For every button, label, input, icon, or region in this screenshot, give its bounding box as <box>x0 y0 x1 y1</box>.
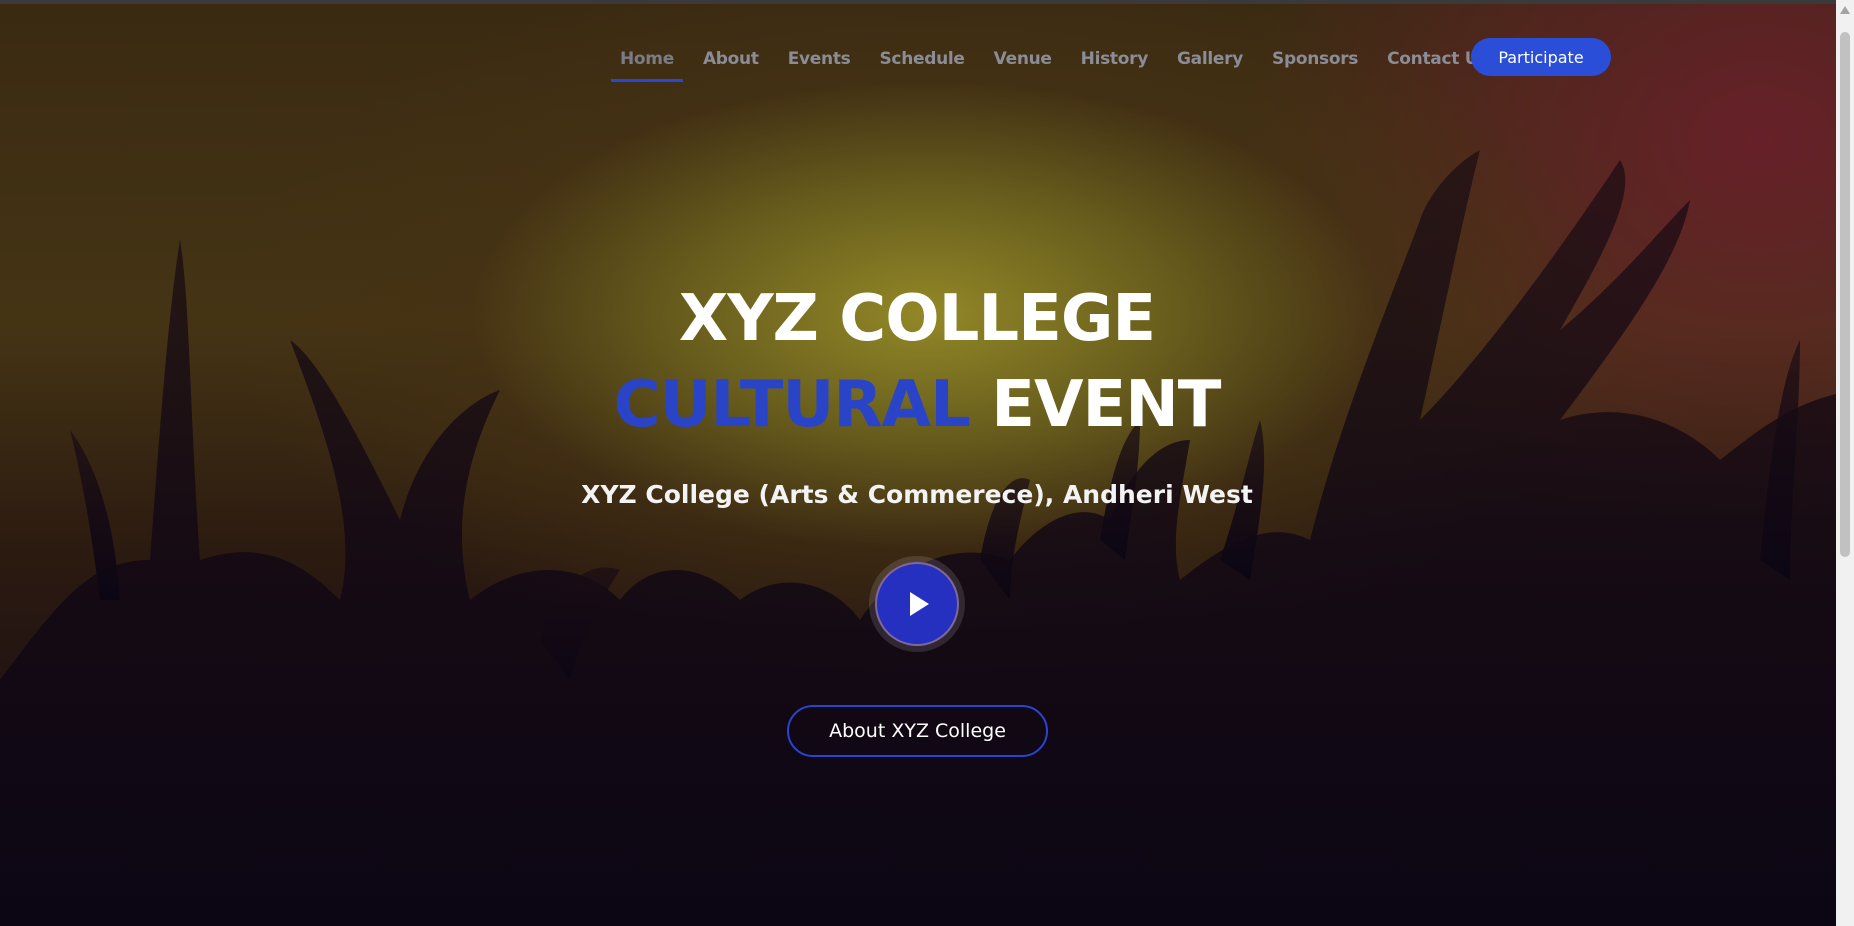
nav-item-gallery[interactable]: Gallery <box>1177 49 1243 69</box>
hero-title-line-1: XYZ COLLEGE <box>678 282 1156 356</box>
main-navigation: Home About Events Schedule Venue History… <box>611 44 1517 82</box>
play-icon <box>910 592 929 616</box>
play-video-button[interactable] <box>869 556 965 652</box>
hero-title-line-2: CULTURAL EVENT <box>0 368 1834 442</box>
nav-item-venue[interactable]: Venue <box>994 49 1052 69</box>
play-button-circle <box>875 562 959 646</box>
hero-subtitle: XYZ College (Arts & Commerece), Andheri … <box>581 480 1253 509</box>
crowd-silhouette-image <box>0 150 1854 926</box>
scrollbar-thumb[interactable] <box>1840 32 1850 557</box>
hero-title-accent: CULTURAL <box>613 368 971 442</box>
nav-item-about[interactable]: About <box>703 49 759 69</box>
nav-item-events[interactable]: Events <box>788 49 851 69</box>
scroll-up-arrow-icon[interactable] <box>1840 6 1850 14</box>
nav-item-sponsors[interactable]: Sponsors <box>1272 49 1358 69</box>
nav-item-home[interactable]: Home <box>611 49 683 82</box>
page-scrollbar[interactable] <box>1836 0 1854 926</box>
hero-section <box>0 0 1854 926</box>
nav-item-history[interactable]: History <box>1081 49 1149 69</box>
browser-top-border <box>0 0 1854 4</box>
nav-item-schedule[interactable]: Schedule <box>879 49 964 69</box>
about-college-button[interactable]: About XYZ College <box>787 705 1048 757</box>
participate-button[interactable]: Participate <box>1471 38 1611 76</box>
hero-title-rest: EVENT <box>991 368 1221 442</box>
